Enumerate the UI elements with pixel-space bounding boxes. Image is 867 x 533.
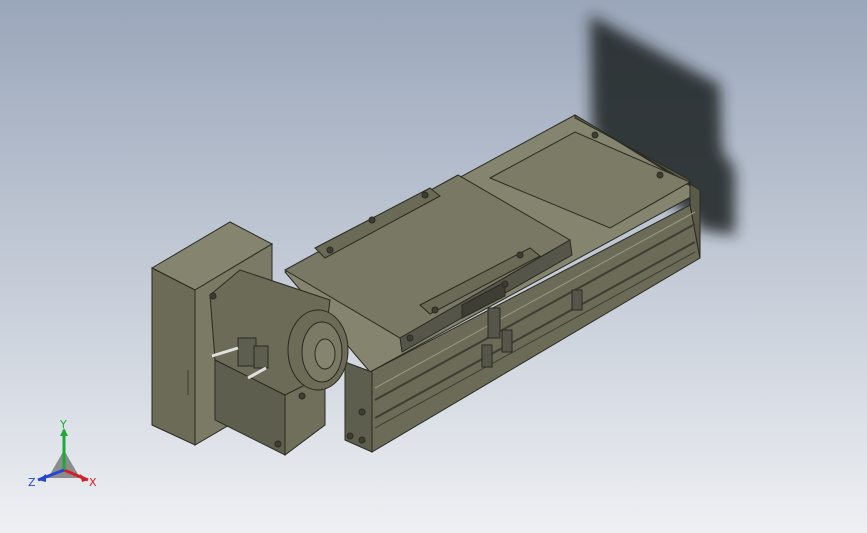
linear-actuator-model[interactable]	[150, 114, 701, 456]
y-axis-label: Y	[59, 420, 67, 431]
axis-triad[interactable]: X Y Z	[26, 420, 106, 492]
3d-viewport[interactable]	[0, 0, 867, 533]
z-axis-label: Z	[28, 476, 36, 489]
x-axis-label: X	[89, 476, 97, 489]
